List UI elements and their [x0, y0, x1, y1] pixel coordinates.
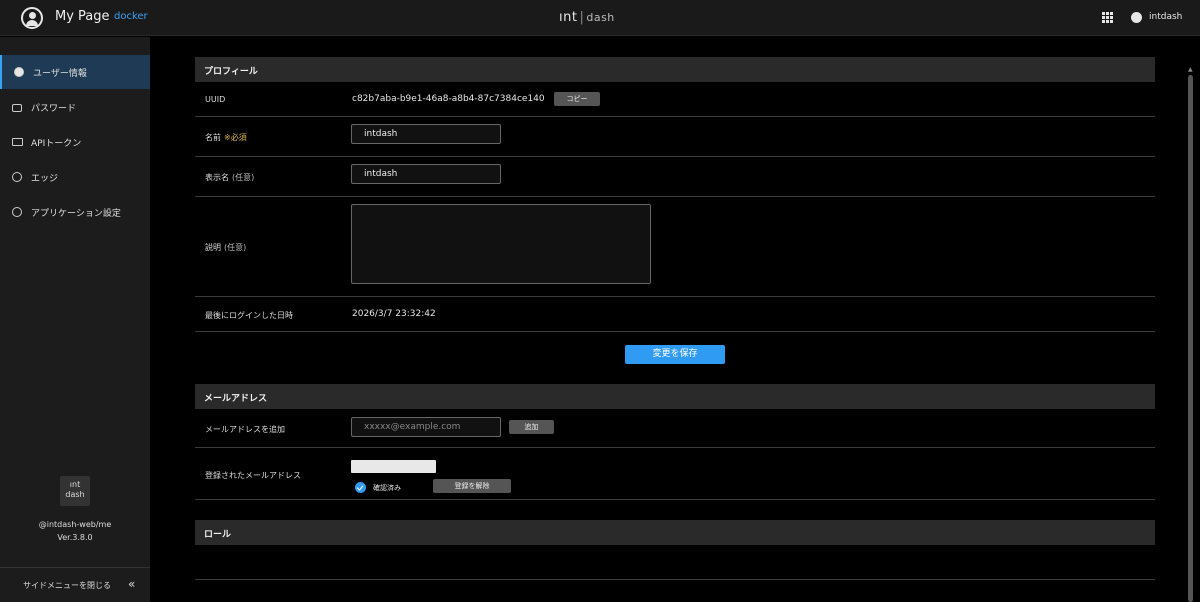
registered-email-label: 登録されたメールアドレス	[205, 471, 301, 480]
profile-section-header: プロフィール	[195, 57, 1155, 82]
app-path: @intdash-web/me	[38, 520, 112, 529]
registered-email-row: 登録されたメールアドレス 確認済み 登録を解除	[195, 448, 1155, 500]
add-email-input[interactable]	[351, 417, 501, 437]
copy-uuid-button[interactable]: コピー	[554, 92, 600, 106]
name-label: 名前 ※必須	[205, 132, 247, 143]
card-icon	[12, 138, 23, 146]
save-changes-button[interactable]: 変更を保存	[625, 345, 725, 364]
last-login-value: 2026/3/7 23:32:42	[352, 309, 436, 319]
sidebar-item-app-settings[interactable]: アプリケーション設定	[0, 195, 150, 229]
description-textarea[interactable]	[351, 204, 651, 284]
sidebar-logo: ınt dash	[60, 476, 90, 506]
add-email-button[interactable]: 追加	[509, 420, 554, 434]
name-label-text: 名前	[205, 133, 221, 142]
user-menu[interactable]: intdash	[1149, 12, 1182, 22]
last-login-row: 最後にログインした日時 2026/3/7 23:32:42	[195, 297, 1155, 332]
section-title: ロール	[204, 530, 232, 540]
name-row: 名前 ※必須	[195, 117, 1155, 157]
registered-email-value	[351, 460, 436, 473]
target-icon	[12, 172, 22, 182]
scroll-up-arrow-icon[interactable]: ▲	[1188, 66, 1193, 73]
sidebar-item-edge[interactable]: エッジ	[0, 160, 150, 194]
verified-label: 確認済み	[373, 484, 401, 492]
description-label-text: 説明	[205, 243, 221, 252]
page-title: My Page	[55, 9, 110, 24]
sidebar-item-password[interactable]: パスワード	[0, 90, 150, 124]
apps-grid-icon[interactable]	[1102, 12, 1113, 23]
display-name-label: 表示名 (任意)	[205, 172, 254, 183]
section-title: プロフィール	[204, 67, 258, 77]
sidebar-footer: サイドメニューを閉じる «	[0, 567, 150, 602]
lock-icon	[12, 104, 22, 112]
display-name-input[interactable]	[351, 164, 501, 184]
sidebar-item-user-info[interactable]: ユーザー情報	[0, 55, 150, 89]
section-title: メールアドレス	[204, 394, 268, 404]
user-icon[interactable]	[1131, 12, 1142, 23]
add-email-label: メールアドレスを追加	[205, 425, 285, 434]
app-version: Ver.3.8.0	[57, 533, 93, 542]
sidebar-item-label: アプリケーション設定	[31, 209, 121, 219]
optional-mark: (任意)	[224, 243, 247, 252]
intdash-logo: ınt | dash	[559, 10, 615, 25]
profile-avatar-icon	[21, 7, 43, 29]
uuid-label: UUID	[205, 95, 226, 104]
role-row	[195, 545, 1155, 580]
description-row: 説明 (任意)	[195, 197, 1155, 297]
app-header: My Page docker ınt | dash intdash	[0, 0, 1200, 36]
sidebar-item-api-token[interactable]: APIトークン	[0, 125, 150, 159]
sidebar-item-label: エッジ	[31, 174, 59, 184]
user-circle-icon	[14, 67, 24, 77]
sidebar-logo-line1: ınt	[69, 480, 81, 489]
display-name-label-text: 表示名	[205, 173, 229, 182]
sidebar: ユーザー情報 パスワード APIトークン エッジ アプリケーション設定 ınt …	[0, 37, 150, 602]
scrollbar[interactable]	[1188, 75, 1193, 602]
verified-check-icon	[355, 482, 366, 493]
email-section-header: メールアドレス	[195, 384, 1155, 409]
uuid-value: c82b7aba-b9e1-46a8-a8b4-87c7384ce140	[352, 94, 545, 104]
sidebar-logo-line2: dash	[65, 490, 85, 499]
optional-mark: (任意)	[232, 173, 255, 182]
sidebar-item-label: パスワード	[31, 104, 77, 114]
display-name-row: 表示名 (任意)	[195, 157, 1155, 197]
unregister-email-button[interactable]: 登録を解除	[433, 479, 511, 493]
description-label: 説明 (任意)	[205, 242, 246, 253]
name-input[interactable]	[351, 124, 501, 144]
add-email-row: メールアドレスを追加 追加	[195, 409, 1155, 448]
logo-main-text: ınt	[559, 10, 578, 25]
sidebar-item-label: ユーザー情報	[33, 69, 87, 79]
sidebar-item-label: APIトークン	[31, 139, 82, 149]
last-login-label: 最後にログインした日時	[205, 311, 293, 320]
collapse-chevron-icon[interactable]: «	[128, 577, 135, 591]
uuid-row: UUID c82b7aba-b9e1-46a8-a8b4-87c7384ce14…	[195, 82, 1155, 117]
logo-sub-text: dash	[586, 11, 615, 24]
close-side-menu-link[interactable]: サイドメニューを閉じる	[23, 580, 111, 591]
required-mark: ※必須	[224, 133, 247, 142]
role-section-header: ロール	[195, 520, 1155, 545]
gear-icon	[12, 207, 22, 217]
environment-label: docker	[114, 11, 148, 22]
